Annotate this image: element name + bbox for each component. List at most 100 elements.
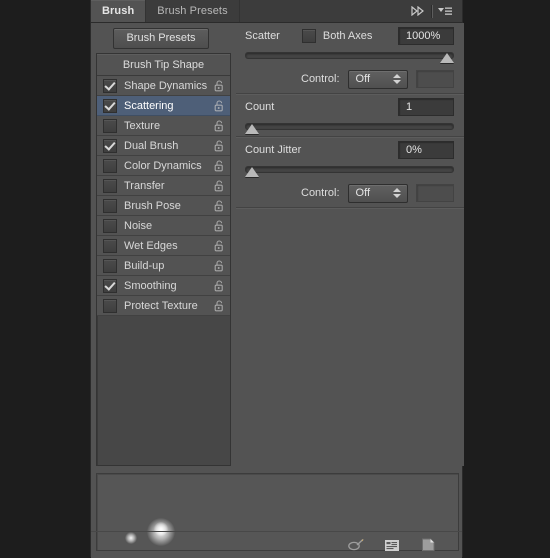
scatter-label: Scatter [245, 30, 280, 42]
unlocked-padlock-icon[interactable] [214, 99, 225, 112]
brush-option-row[interactable]: Brush Pose [97, 196, 230, 216]
count-jitter-control-row: Control: Off [236, 179, 464, 207]
brush-option-row[interactable]: Color Dynamics [97, 156, 230, 176]
scatter-slider-thumb[interactable] [440, 53, 454, 63]
count-jitter-section: Count Jitter 0% Control: Off [236, 137, 464, 207]
scatter-slider[interactable] [245, 49, 454, 65]
chevron-updown-icon [393, 188, 402, 198]
brush-option-checkbox[interactable] [103, 218, 117, 233]
unlocked-padlock-icon[interactable] [214, 119, 225, 132]
section-divider-3 [236, 207, 464, 208]
brush-option-checkbox[interactable] [103, 138, 117, 153]
count-label: Count [245, 101, 275, 113]
count-row: Count 1 [236, 94, 464, 120]
brush-tip-shape-header[interactable]: Brush Tip Shape [97, 54, 230, 76]
panel-bottom-bar [91, 531, 462, 558]
brush-panel: Brush Brush Presets Brush Presets Brush … [90, 0, 464, 558]
brush-option-list[interactable]: Brush Tip Shape Shape Dynamics Scattering… [96, 53, 231, 466]
header-divider [431, 4, 432, 18]
brush-option-label: Noise [124, 219, 153, 232]
scatter-control-extra-field[interactable] [416, 70, 454, 88]
new-brush-icon[interactable] [418, 536, 438, 554]
count-jitter-control-label: Control: [301, 187, 340, 199]
brush-option-label: Dual Brush [124, 139, 179, 152]
count-slider[interactable] [245, 120, 454, 136]
count-jitter-slider-track[interactable] [245, 166, 454, 173]
brush-option-checkbox[interactable] [103, 158, 117, 173]
brush-option-checkbox[interactable] [103, 198, 117, 213]
brush-option-checkbox[interactable] [103, 238, 117, 253]
brush-presets-button[interactable]: Brush Presets [113, 27, 209, 49]
panel-header-icons [407, 0, 462, 22]
brush-option-row[interactable]: Texture [97, 116, 230, 136]
brush-option-checkbox[interactable] [103, 178, 117, 193]
brush-option-checkbox[interactable] [103, 98, 117, 113]
brush-option-checkbox[interactable] [103, 258, 117, 273]
panel-tab-strip: Brush Brush Presets [91, 0, 462, 23]
tab-brush-label: Brush [102, 5, 135, 17]
brush-option-row[interactable]: Shape Dynamics [97, 76, 230, 96]
presets-button-row: Brush Presets [91, 23, 231, 53]
brush-option-row[interactable]: Scattering [97, 96, 230, 116]
scatter-control-dropdown[interactable]: Off [347, 69, 409, 89]
brush-option-row[interactable]: Transfer [97, 176, 230, 196]
brush-option-label: Wet Edges [124, 239, 178, 252]
brush-option-label: Smoothing [124, 279, 177, 292]
brush-option-label: Texture [124, 119, 161, 132]
tab-brush-presets[interactable]: Brush Presets [146, 0, 240, 22]
unlocked-padlock-icon[interactable] [214, 219, 225, 232]
unlocked-padlock-icon[interactable] [214, 279, 225, 292]
double-chevron-right-icon[interactable] [407, 1, 429, 21]
unlocked-padlock-icon[interactable] [214, 79, 225, 92]
panel-menu-icon[interactable] [434, 1, 456, 21]
toggle-brush-panel-icon[interactable] [346, 536, 366, 554]
count-slider-track[interactable] [245, 123, 454, 130]
unlocked-padlock-icon[interactable] [214, 199, 225, 212]
brush-option-checkbox[interactable] [103, 78, 117, 93]
unlocked-padlock-icon[interactable] [214, 299, 225, 312]
count-jitter-control-extra-field[interactable] [416, 184, 454, 202]
brush-option-row[interactable]: Protect Texture [97, 296, 230, 316]
brush-option-row[interactable]: Smoothing [97, 276, 230, 296]
unlocked-padlock-icon[interactable] [214, 139, 225, 152]
both-axes-checkbox[interactable]: Both Axes [301, 29, 373, 43]
scatter-control-row: Control: Off [236, 65, 464, 93]
scatter-control-label: Control: [301, 73, 340, 85]
brush-option-label: Protect Texture [124, 299, 198, 312]
count-section: Count 1 [236, 94, 464, 136]
scatter-value-input[interactable]: 1000% [398, 27, 454, 45]
tab-brush[interactable]: Brush [91, 0, 147, 22]
unlocked-padlock-icon[interactable] [214, 159, 225, 172]
brush-option-row[interactable]: Dual Brush [97, 136, 230, 156]
unlocked-padlock-icon[interactable] [214, 239, 225, 252]
brush-option-checkbox[interactable] [103, 298, 117, 313]
count-value-input[interactable]: 1 [398, 98, 454, 116]
brush-option-label: Brush Pose [124, 199, 181, 212]
unlocked-padlock-icon[interactable] [214, 259, 225, 272]
brush-option-label: Build-up [124, 259, 165, 272]
both-axes-checkbox-box[interactable] [301, 29, 316, 43]
unlocked-padlock-icon[interactable] [214, 179, 225, 192]
scatter-row: Scatter Both Axes 1000% [236, 23, 464, 49]
scatter-slider-track[interactable] [245, 52, 454, 59]
count-slider-thumb[interactable] [245, 124, 259, 134]
panel-content: Brush Presets Brush Tip Shape Shape Dyna… [91, 23, 464, 558]
count-jitter-value-input[interactable]: 0% [398, 141, 454, 159]
brush-option-row[interactable]: Noise [97, 216, 230, 236]
tab-strip-filler [239, 0, 407, 22]
count-jitter-slider-thumb[interactable] [245, 167, 259, 177]
brush-option-row[interactable]: Wet Edges [97, 236, 230, 256]
scatter-section: Scatter Both Axes 1000% Control: Off [236, 23, 464, 93]
tab-brush-presets-label: Brush Presets [157, 5, 228, 17]
count-jitter-control-value: Off [355, 187, 371, 199]
brush-option-checkbox[interactable] [103, 118, 117, 133]
both-axes-label: Both Axes [322, 30, 373, 42]
count-jitter-slider[interactable] [245, 163, 454, 179]
brush-option-row[interactable]: Build-up [97, 256, 230, 276]
brush-option-checkbox[interactable] [103, 278, 117, 293]
create-new-brush-preset-icon[interactable] [382, 536, 402, 554]
count-jitter-control-dropdown[interactable]: Off [347, 183, 409, 203]
brush-option-label: Shape Dynamics [124, 79, 208, 92]
brush-option-label: Transfer [124, 179, 165, 192]
brush-option-rows: Shape Dynamics Scattering Texture Dual Brus… [97, 76, 230, 316]
